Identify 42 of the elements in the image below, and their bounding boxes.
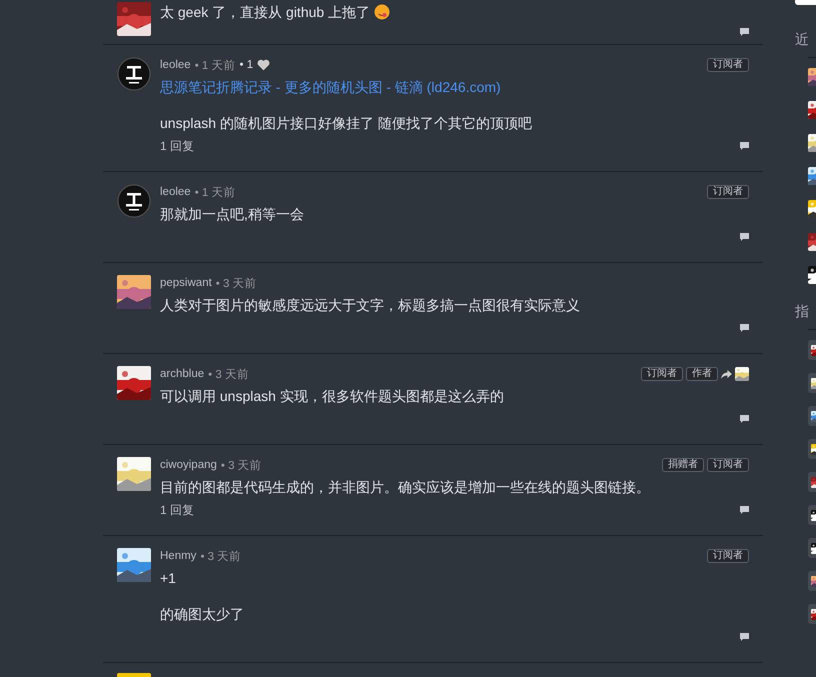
heart-icon[interactable]	[257, 59, 270, 71]
role-badge: 作者	[686, 367, 718, 381]
role-badge: 订阅者	[641, 367, 683, 381]
username[interactable]: leolee	[160, 186, 191, 198]
comment-link[interactable]: 思源笔记折腾记录 - 更多的随机头图 - 链滴 (ld246.com)	[160, 79, 501, 95]
timestamp: • 3 天前	[216, 276, 257, 290]
reply-count[interactable]: 1 回复	[160, 138, 194, 154]
role-badge: 订阅者	[707, 185, 749, 199]
comment-text: +1	[160, 570, 176, 586]
comment-text: 目前的图都是代码生成的，并非图片。确实应该是增加一些在线的题头图链接。	[160, 479, 650, 495]
comment-text: unsplash 的随机图片接口好像挂了 随便找了个其它的顶顶吧	[160, 115, 532, 131]
timestamp: • 3 天前	[220, 458, 262, 472]
timestamp: • 3 天前	[208, 368, 249, 382]
like-count: • 1	[240, 59, 254, 71]
reply-icon[interactable]	[740, 142, 749, 150]
reply-count[interactable]: 1 回复	[160, 502, 194, 518]
role-badge: 捐赠者	[662, 458, 704, 472]
comment-text: 人类对于图片的敏感度远远大于文字，标题多搞一点图很有实际意义	[160, 297, 580, 313]
reply-icon[interactable]	[740, 233, 749, 241]
timestamp: • 1 天前	[194, 58, 236, 72]
timestamp: • 1 天前	[194, 186, 236, 200]
comment-text: 可以调用 unsplash 实现，很多软件题头图都是这么弄的	[160, 388, 504, 404]
username[interactable]: archblue	[160, 368, 204, 380]
section-heading: 近	[795, 30, 810, 49]
username[interactable]: ciwoyipang	[160, 459, 217, 471]
username[interactable]: Henmy	[160, 550, 196, 562]
reply-icon[interactable]	[740, 415, 749, 423]
role-badge: 订阅者	[707, 549, 749, 563]
role-badge: 订阅者	[707, 58, 749, 72]
comment-text: 的确图太少了	[160, 606, 244, 622]
username[interactable]: pepsiwant	[160, 277, 212, 289]
comment-text: 太 geek 了，直接从 github 上拖了	[160, 4, 370, 20]
reply-icon[interactable]	[740, 28, 749, 36]
reply-icon[interactable]	[740, 324, 749, 332]
section-heading: 指	[795, 302, 810, 321]
comment-text: 那就加一点吧,稍等一会	[160, 206, 304, 222]
username[interactable]: leolee	[160, 59, 191, 71]
role-badge: 订阅者	[707, 458, 749, 472]
timestamp: • 3 天前	[200, 550, 242, 564]
reply-icon[interactable]	[740, 506, 749, 514]
reply-icon[interactable]	[740, 633, 749, 641]
share-icon[interactable]	[721, 370, 732, 378]
